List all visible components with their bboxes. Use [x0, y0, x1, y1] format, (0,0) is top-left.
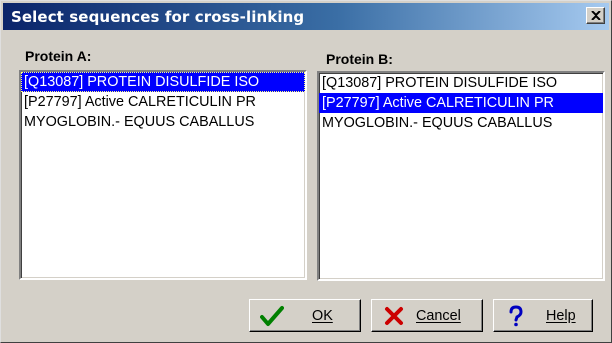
title-bar[interactable]: Select sequences for cross-linking: [3, 3, 609, 30]
help-button[interactable]: Help: [493, 299, 593, 332]
cancel-button-label: Cancel: [416, 308, 461, 324]
protein-b-label: Protein B:: [326, 51, 393, 67]
help-button-label: Help: [546, 308, 576, 324]
ok-button-label: OK: [312, 308, 333, 324]
question-icon: [509, 305, 523, 327]
protein-b-item-2[interactable]: MYOGLOBIN.- EQUUS CABALLUS: [319, 113, 603, 133]
ok-button[interactable]: OK: [249, 299, 361, 332]
x-icon: [385, 307, 403, 325]
protein-a-item-1[interactable]: [P27797] Active CALRETICULIN PR: [21, 92, 305, 112]
close-button[interactable]: [586, 7, 605, 24]
close-icon: [591, 11, 601, 20]
protein-b-item-0[interactable]: [Q13087] PROTEIN DISULFIDE ISO: [319, 73, 603, 93]
checkmark-icon: [260, 306, 284, 326]
protein-b-listbox[interactable]: [Q13087] PROTEIN DISULFIDE ISO [P27797] …: [317, 71, 605, 281]
protein-a-item-0[interactable]: [Q13087] PROTEIN DISULFIDE ISO: [21, 72, 305, 92]
protein-a-listbox[interactable]: [Q13087] PROTEIN DISULFIDE ISO [P27797] …: [19, 70, 307, 280]
protein-b-item-1[interactable]: [P27797] Active CALRETICULIN PR: [319, 93, 603, 113]
select-sequences-dialog: Select sequences for cross-linking Prote…: [0, 0, 612, 343]
cancel-button[interactable]: Cancel: [371, 299, 483, 332]
protein-a-label: Protein A:: [25, 48, 92, 64]
protein-a-item-2[interactable]: MYOGLOBIN.- EQUUS CABALLUS: [21, 112, 305, 132]
window-title: Select sequences for cross-linking: [11, 8, 305, 26]
